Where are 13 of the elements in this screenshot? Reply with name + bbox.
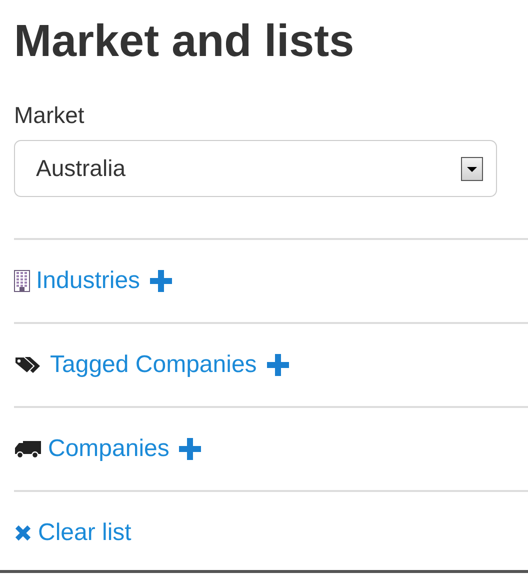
market-select[interactable]: Australia <box>14 140 497 197</box>
list-link[interactable]: Clear list <box>14 519 132 547</box>
plus-icon[interactable] <box>150 270 172 292</box>
building-icon <box>14 270 30 292</box>
close-icon <box>14 524 32 542</box>
list-link[interactable]: Companies <box>14 435 170 463</box>
plus-icon[interactable] <box>266 354 289 376</box>
plus-icon[interactable] <box>179 438 202 460</box>
list-link[interactable]: Industries <box>14 267 140 295</box>
field-label: Market <box>14 101 84 130</box>
list-link[interactable]: Tagged Companies <box>14 351 257 379</box>
page-title: Market and lists <box>14 14 354 68</box>
truck-icon <box>14 439 42 459</box>
